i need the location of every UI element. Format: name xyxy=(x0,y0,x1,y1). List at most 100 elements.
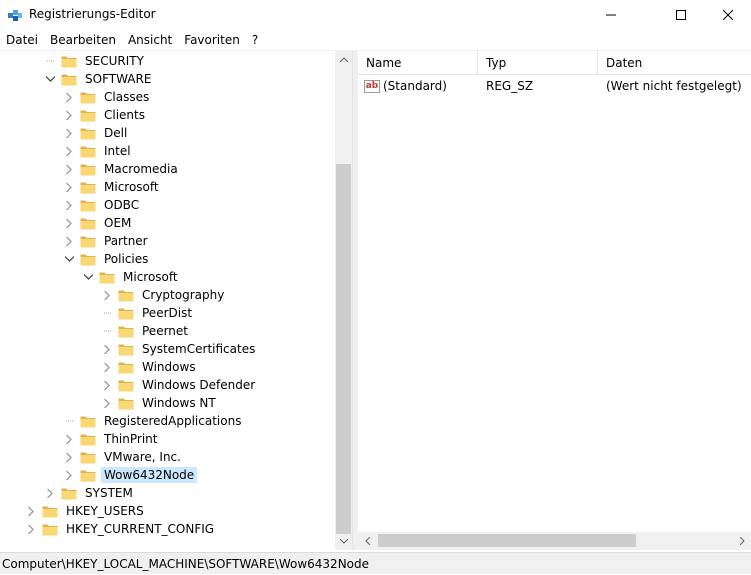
values-list[interactable]: Name Typ Daten ab (Standard) REG_SZ (Wer… xyxy=(358,51,751,550)
tree-node[interactable]: SOFTWARE xyxy=(45,70,154,88)
chevron-right-icon[interactable] xyxy=(64,88,74,106)
tree-node[interactable]: Intel xyxy=(64,142,134,160)
folder-icon xyxy=(118,342,134,356)
tree-node[interactable]: Windows xyxy=(102,358,199,376)
chevron-right-icon[interactable] xyxy=(64,214,74,232)
column-header-name[interactable]: Name xyxy=(358,51,478,75)
value-name-cell: ab (Standard) xyxy=(358,79,478,93)
chevron-right-icon[interactable] xyxy=(102,286,112,304)
folder-icon xyxy=(118,360,134,374)
folder-icon xyxy=(42,504,58,518)
column-header-data[interactable]: Daten xyxy=(598,51,751,75)
close-icon xyxy=(723,10,733,20)
tree-node[interactable]: Microsoft xyxy=(64,178,162,196)
chevron-right-icon[interactable] xyxy=(64,160,74,178)
tree-vertical-scrollbar[interactable] xyxy=(335,51,352,550)
tree-connector xyxy=(64,412,74,430)
tree-node[interactable]: Macromedia xyxy=(64,160,181,178)
chevron-right-icon[interactable] xyxy=(64,466,74,484)
chevron-down-icon[interactable] xyxy=(83,268,93,286)
chevron-right-icon[interactable] xyxy=(64,196,74,214)
chevron-right-icon[interactable] xyxy=(64,124,74,142)
chevron-right-icon[interactable] xyxy=(102,358,112,376)
tree-node-label: RegisteredApplications xyxy=(104,414,242,428)
tree-node[interactable]: Dell xyxy=(64,124,130,142)
tree-node[interactable]: ThinPrint xyxy=(64,430,160,448)
tree-node-label: ThinPrint xyxy=(104,432,158,446)
folder-icon xyxy=(80,198,96,212)
chevron-right-icon[interactable] xyxy=(64,106,74,124)
scroll-thumb[interactable] xyxy=(336,164,351,534)
chevron-right-icon[interactable] xyxy=(64,448,74,466)
tree-node[interactable]: Microsoft xyxy=(83,268,181,286)
tree-node[interactable]: Classes xyxy=(64,88,152,106)
chevron-right-icon[interactable] xyxy=(64,430,74,448)
tree-node-label: Windows NT xyxy=(142,396,216,410)
scroll-left-button[interactable] xyxy=(360,532,374,550)
chevron-right-icon[interactable] xyxy=(102,394,112,412)
chevron-right-icon[interactable] xyxy=(64,178,74,196)
folder-icon xyxy=(99,270,115,284)
chevron-right-icon[interactable] xyxy=(26,520,36,538)
tree-node[interactable]: SYSTEM xyxy=(45,484,136,502)
tree-node-label: ODBC xyxy=(104,198,140,212)
maximize-icon xyxy=(676,10,686,20)
tree-node[interactable]: ODBC xyxy=(64,196,142,214)
chevron-down-icon[interactable] xyxy=(45,70,55,88)
tree-node[interactable]: OEM xyxy=(64,214,134,232)
tree-node[interactable]: HKEY_USERS xyxy=(26,502,147,520)
status-bar-path: Computer\HKEY_LOCAL_MACHINE\SOFTWARE\Wow… xyxy=(0,552,751,574)
folder-icon xyxy=(118,306,134,320)
tree-node-label: Macromedia xyxy=(104,162,178,176)
chevron-right-icon xyxy=(739,537,745,545)
minimize-button[interactable] xyxy=(588,0,634,30)
title-bar: Registrierungs-Editor xyxy=(0,0,751,30)
tree-node[interactable]: Windows Defender xyxy=(102,376,258,394)
close-button[interactable] xyxy=(705,0,751,30)
maximize-button[interactable] xyxy=(658,0,704,30)
tree-node-label: HKEY_CURRENT_CONFIG xyxy=(66,522,215,536)
tree-node[interactable]: Cryptography xyxy=(102,286,227,304)
chevron-down-icon[interactable] xyxy=(64,250,74,268)
scroll-down-button[interactable] xyxy=(335,533,352,550)
tree-node[interactable]: Partner xyxy=(64,232,151,250)
menu-ansicht[interactable]: Ansicht xyxy=(122,31,178,49)
folder-icon xyxy=(80,216,96,230)
scroll-right-button[interactable] xyxy=(735,532,749,550)
list-horizontal-scrollbar[interactable] xyxy=(358,532,751,550)
tree-node[interactable]: PeerDist xyxy=(102,304,195,322)
tree-node[interactable]: SECURITY xyxy=(45,52,147,70)
tree-node[interactable]: RegisteredApplications xyxy=(64,412,244,430)
folder-icon xyxy=(118,288,134,302)
chevron-right-icon[interactable] xyxy=(26,502,36,520)
horizontal-scroll-thumb[interactable] xyxy=(378,534,636,547)
chevron-right-icon[interactable] xyxy=(102,376,112,394)
chevron-right-icon[interactable] xyxy=(45,484,55,502)
tree-node[interactable]: Clients xyxy=(64,106,148,124)
menu-favoriten[interactable]: Favoriten xyxy=(178,31,246,49)
tree-node[interactable]: HKEY_CURRENT_CONFIG xyxy=(26,520,217,538)
folder-icon xyxy=(80,162,96,176)
tree-node[interactable]: Policies xyxy=(64,250,151,268)
chevron-up-icon xyxy=(339,57,348,62)
folder-icon xyxy=(42,522,58,536)
column-header-type[interactable]: Typ xyxy=(478,51,598,75)
chevron-right-icon[interactable] xyxy=(64,232,74,250)
tree-node[interactable]: Wow6432Node xyxy=(64,466,198,484)
menu-datei[interactable]: Datei xyxy=(0,31,44,49)
tree-node[interactable]: Peernet xyxy=(102,322,191,340)
tree-node-label: HKEY_USERS xyxy=(66,504,144,518)
menu-bearbeiten[interactable]: Bearbeiten xyxy=(44,31,122,49)
tree-node[interactable]: SystemCertificates xyxy=(102,340,258,358)
chevron-right-icon[interactable] xyxy=(102,340,112,358)
menu-help[interactable]: ? xyxy=(246,31,264,49)
folder-icon xyxy=(118,378,134,392)
tree-node[interactable]: VMware, Inc. xyxy=(64,448,184,466)
tree-node[interactable]: Windows NT xyxy=(102,394,219,412)
tree-node-label: Wow6432Node xyxy=(101,467,198,483)
chevron-right-icon[interactable] xyxy=(64,142,74,160)
folder-icon xyxy=(80,432,96,446)
scroll-up-button[interactable] xyxy=(335,51,352,68)
list-item[interactable]: ab (Standard) REG_SZ (Wert nicht festgel… xyxy=(358,77,748,95)
registry-tree[interactable]: SECURITY SOFTWARE Classes Clients Dell Intel M… xyxy=(0,51,353,550)
